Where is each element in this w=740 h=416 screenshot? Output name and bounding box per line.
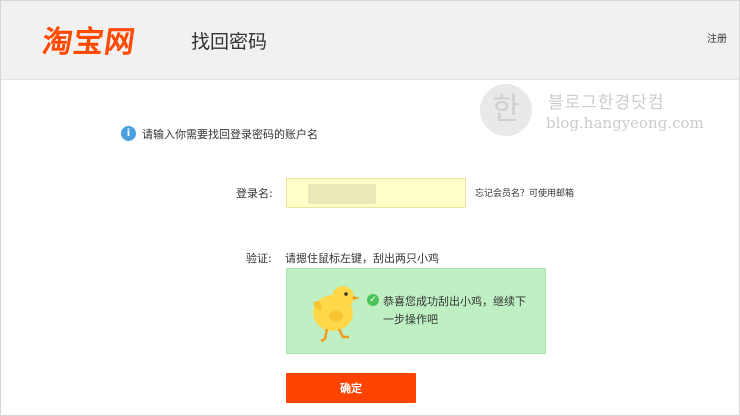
- forgot-username-link[interactable]: 忘记会员名？可使用邮箱: [475, 186, 574, 199]
- username-label: 登录名:: [236, 187, 273, 200]
- page-title: 找回密码: [191, 31, 268, 53]
- watermark-logo-icon: 한: [480, 84, 532, 136]
- check-circle-icon: ✓: [367, 294, 379, 306]
- confirm-button[interactable]: 确定: [286, 373, 416, 403]
- info-text: 请输入你需要找回登录密码的账户名: [142, 128, 318, 141]
- taobao-logo[interactable]: 淘宝网: [40, 17, 139, 61]
- scratch-verify-area[interactable]: ✓ 恭喜您成功刮出小鸡，继续下一步操作吧: [286, 268, 546, 354]
- watermark-url: blog.hangyeong.com: [546, 114, 704, 132]
- verify-label: 验证:: [246, 252, 272, 265]
- info-icon: i: [121, 126, 136, 141]
- verify-hint: 请摁住鼠标左键，刮出两只小鸡: [285, 252, 439, 265]
- username-redacted-value: [308, 184, 376, 204]
- header-bar: 淘宝网 找回密码 注册: [1, 1, 739, 80]
- watermark-title: 블로그한경닷컴: [548, 93, 665, 113]
- chick-illustration: [313, 286, 360, 343]
- verify-success-text: 恭喜您成功刮出小鸡，继续下一步操作吧: [383, 295, 526, 326]
- register-link[interactable]: 注册: [707, 30, 727, 45]
